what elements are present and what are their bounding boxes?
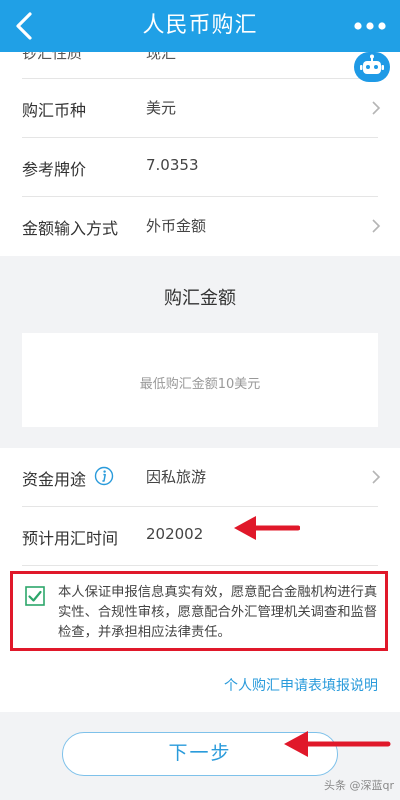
- purpose-label: 资金用途: [22, 470, 87, 489]
- red-arrow-annotation: [234, 516, 300, 540]
- cash-remit-label: 钞汇性质: [22, 52, 83, 62]
- robot-icon: [360, 54, 384, 74]
- guide-link[interactable]: 个人购汇申请表填报说明: [224, 675, 378, 695]
- amount-input[interactable]: 最低购汇金额10美元: [22, 333, 378, 427]
- info-icon[interactable]: [94, 466, 114, 486]
- amount-placeholder: 最低购汇金额10美元: [139, 377, 261, 392]
- agreement-text: 本人保证申报信息真实有效，愿意配合金融机构进行真实性、合规性审核，愿意配合外汇管…: [58, 585, 378, 640]
- chevron-right-icon: [372, 470, 381, 484]
- chevron-right-icon: [372, 101, 381, 115]
- amount-title: 购汇金额: [164, 288, 236, 309]
- planned-time-row[interactable]: 预计用汇时间 202002: [0, 507, 400, 565]
- watermark: 头条 @深蓝qr: [323, 779, 394, 792]
- currency-label: 购汇币种: [22, 101, 87, 120]
- purpose-value: 因私旅游: [146, 468, 207, 486]
- rate-row: 参考牌价 7.0353: [0, 138, 400, 196]
- currency-row[interactable]: 购汇币种 美元: [0, 79, 400, 137]
- rate-value: 7.0353: [146, 156, 199, 174]
- rate-label: 参考牌价: [22, 160, 87, 179]
- cash-remit-row[interactable]: 钞汇性质 现汇: [0, 52, 400, 78]
- divider: [22, 565, 378, 566]
- more-icon[interactable]: [350, 12, 390, 40]
- input-method-row[interactable]: 金额输入方式 外币金额: [0, 197, 400, 255]
- chevron-right-icon: [372, 219, 381, 233]
- currency-value: 美元: [146, 99, 177, 117]
- header-bar: 人民币购汇: [0, 0, 400, 52]
- robot-assistant-button[interactable]: [354, 52, 390, 82]
- input-method-value: 外币金额: [146, 217, 207, 235]
- purpose-row[interactable]: 资金用途 因私旅游: [0, 448, 400, 506]
- input-method-label: 金额输入方式: [22, 219, 119, 238]
- checkbox-checked-icon[interactable]: [25, 586, 45, 606]
- agreement-box: 本人保证申报信息真实有效，愿意配合金融机构进行真实性、合规性审核，愿意配合外汇管…: [10, 571, 388, 651]
- page-title: 人民币购汇: [142, 13, 258, 38]
- planned-time-value: 202002: [146, 525, 204, 543]
- red-arrow-annotation: [284, 731, 391, 757]
- planned-time-label: 预计用汇时间: [22, 529, 119, 548]
- cash-remit-value: 现汇: [146, 52, 177, 62]
